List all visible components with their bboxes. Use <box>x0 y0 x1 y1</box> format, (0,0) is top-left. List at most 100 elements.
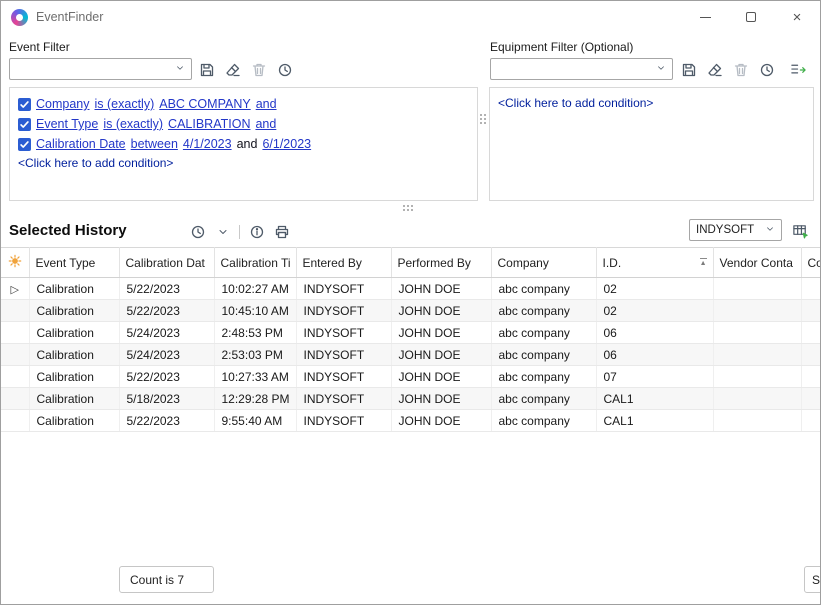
table-row[interactable]: Calibration5/22/202310:45:10 AMINDYSOFTJ… <box>1 300 821 322</box>
table-cell: 2:48:53 PM <box>214 322 296 344</box>
delete-filter-icon[interactable] <box>250 61 267 78</box>
table-cell: 9:55:40 AM <box>214 410 296 432</box>
equipment-tree-filter-icon[interactable] <box>790 61 807 78</box>
condition-checkbox[interactable] <box>18 138 31 151</box>
table-cell <box>801 300 821 322</box>
row-indicator <box>1 300 29 322</box>
column-header[interactable]: Performed By <box>391 248 491 278</box>
recent-filters-icon[interactable] <box>276 61 293 78</box>
table-cell: CAL1 <box>596 388 713 410</box>
condition-link[interactable]: Event Type <box>36 117 98 131</box>
event-add-condition-link[interactable]: <Click here to add condition> <box>18 156 173 170</box>
window-title: EventFinder <box>36 10 103 24</box>
table-cell <box>801 322 821 344</box>
table-cell: Calibration <box>29 366 119 388</box>
minimize-button[interactable] <box>682 1 728 33</box>
condition-link[interactable]: is (exactly) <box>103 117 163 131</box>
row-indicator: ▷ <box>1 278 29 300</box>
maximize-button[interactable] <box>728 1 774 33</box>
condition-link[interactable]: 6/1/2023 <box>262 137 311 151</box>
print-icon[interactable] <box>273 223 290 240</box>
table-cell: Calibration <box>29 322 119 344</box>
row-indicator <box>1 410 29 432</box>
close-button[interactable]: × <box>774 1 820 33</box>
table-cell: abc company <box>491 300 596 322</box>
table-cell <box>801 344 821 366</box>
event-conditions: Company is (exactly) ABC COMPANY and Event T… <box>18 94 469 154</box>
history-dropdown-icon[interactable] <box>214 223 231 240</box>
table-cell: INDYSOFT <box>296 278 391 300</box>
save-filter-icon[interactable] <box>198 61 215 78</box>
condition-link[interactable]: ABC COMPANY <box>159 97 250 111</box>
equipment-add-condition-link[interactable]: <Click here to add condition> <box>498 96 653 110</box>
table-cell: INDYSOFT <box>296 366 391 388</box>
table-cell <box>801 410 821 432</box>
table-cell <box>713 278 801 300</box>
column-header[interactable]: Calibration Dat <box>119 248 214 278</box>
table-cell: JOHN DOE <box>391 366 491 388</box>
table-cell: JOHN DOE <box>391 300 491 322</box>
vertical-splitter-handle[interactable] <box>480 114 488 126</box>
save-equipment-filter-icon[interactable] <box>680 61 697 78</box>
table-cell: abc company <box>491 366 596 388</box>
table-cell: 5/18/2023 <box>119 388 214 410</box>
condition-checkbox[interactable] <box>18 118 31 131</box>
condition-link[interactable]: Company <box>36 97 90 111</box>
table-cell <box>713 300 801 322</box>
clear-filter-icon[interactable] <box>224 61 241 78</box>
condition-link[interactable]: is (exactly) <box>95 97 155 111</box>
condition-link[interactable]: CALIBRATION <box>168 117 250 131</box>
column-header[interactable]: Calibration Ti <box>214 248 296 278</box>
grid-corner-sun-icon[interactable] <box>1 248 29 278</box>
horizontal-splitter-handle[interactable] <box>403 205 415 213</box>
table-cell: INDYSOFT <box>296 322 391 344</box>
event-filter-combo[interactable] <box>9 58 192 80</box>
column-header[interactable]: Vendor Conta <box>713 248 801 278</box>
table-row[interactable]: Calibration5/24/20232:48:53 PMINDYSOFTJO… <box>1 322 821 344</box>
history-icon[interactable] <box>189 223 206 240</box>
delete-equipment-filter-icon[interactable] <box>732 61 749 78</box>
table-cell: 02 <box>596 300 713 322</box>
count-box: Count is 7 <box>119 566 214 593</box>
condition-link[interactable]: and <box>256 97 277 111</box>
table-cell: abc company <box>491 388 596 410</box>
title-bar: EventFinder × <box>1 1 820 33</box>
table-cell: Calibration <box>29 344 119 366</box>
condition-link[interactable]: Calibration Date <box>36 137 126 151</box>
table-cell <box>801 278 821 300</box>
column-header[interactable]: Company <box>491 248 596 278</box>
condition-checkbox[interactable] <box>18 98 31 111</box>
table-cell <box>713 388 801 410</box>
condition-text: and <box>237 137 258 151</box>
column-header[interactable]: Co <box>801 248 821 278</box>
equipment-filter-combo[interactable] <box>490 58 673 80</box>
row-indicator <box>1 344 29 366</box>
toolbar-separator <box>239 225 240 239</box>
user-combo[interactable]: INDYSOFT <box>689 219 782 241</box>
search-button-label: S <box>812 573 820 587</box>
close-icon: × <box>793 10 802 25</box>
table-row[interactable]: Calibration5/24/20232:53:03 PMINDYSOFTJO… <box>1 344 821 366</box>
field-chooser-icon[interactable] <box>792 222 809 239</box>
table-cell: JOHN DOE <box>391 322 491 344</box>
column-header[interactable]: I.D.▲ <box>596 248 713 278</box>
table-cell: 5/24/2023 <box>119 322 214 344</box>
search-button[interactable]: S <box>804 566 821 593</box>
table-row[interactable]: ▷Calibration5/22/202310:02:27 AMINDYSOFT… <box>1 278 821 300</box>
table-row[interactable]: Calibration5/18/202312:29:28 PMINDYSOFTJ… <box>1 388 821 410</box>
info-icon[interactable] <box>248 223 265 240</box>
table-cell <box>713 344 801 366</box>
table-cell <box>713 366 801 388</box>
column-header[interactable]: Entered By <box>296 248 391 278</box>
condition-link[interactable]: 4/1/2023 <box>183 137 232 151</box>
column-header[interactable]: Event Type <box>29 248 119 278</box>
condition-link[interactable]: and <box>255 117 276 131</box>
condition-link[interactable]: between <box>131 137 178 151</box>
table-cell: 2:53:03 PM <box>214 344 296 366</box>
chevron-down-icon <box>656 63 666 76</box>
table-row[interactable]: Calibration5/22/20239:55:40 AMINDYSOFTJO… <box>1 410 821 432</box>
table-row[interactable]: Calibration5/22/202310:27:33 AMINDYSOFTJ… <box>1 366 821 388</box>
table-cell: 5/22/2023 <box>119 278 214 300</box>
clear-equipment-filter-icon[interactable] <box>706 61 723 78</box>
recent-equipment-filters-icon[interactable] <box>758 61 775 78</box>
